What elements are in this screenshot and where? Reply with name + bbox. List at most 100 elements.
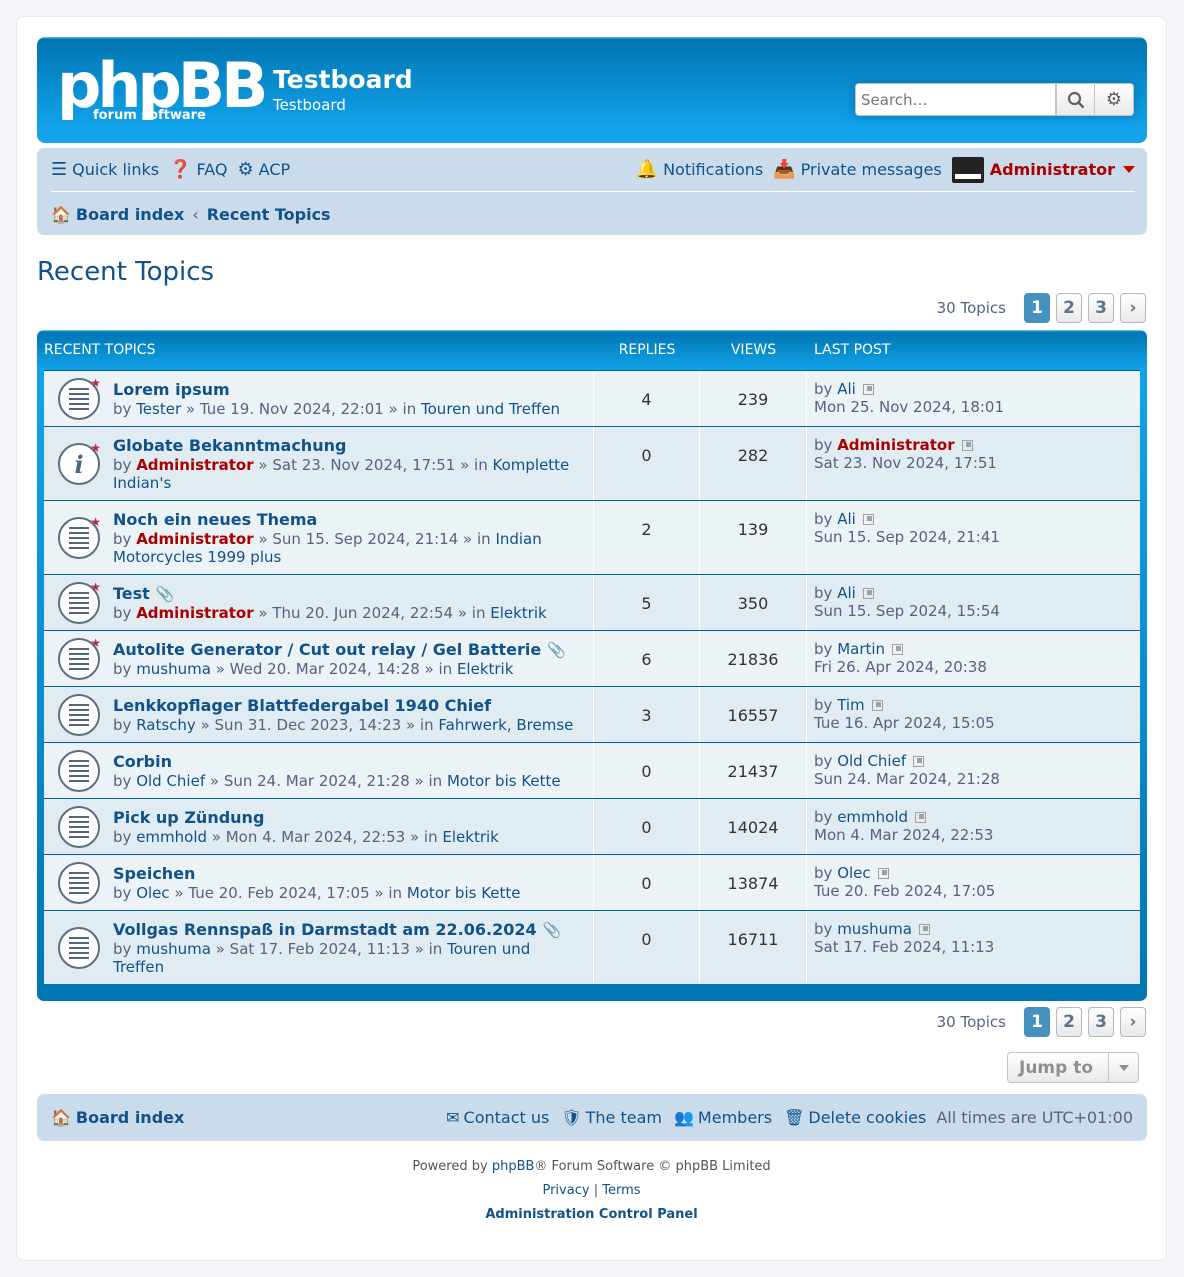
goto-last-post-icon[interactable] — [915, 812, 927, 823]
notifications-link[interactable]: 🔔 Notifications — [636, 159, 764, 180]
goto-last-post-icon[interactable] — [871, 700, 883, 711]
breadcrumb-recent-topics[interactable]: Recent Topics — [207, 205, 331, 224]
topic-forum-link[interactable]: Fahrwerk, Bremse — [438, 716, 573, 734]
page-2-button[interactable]: 2 — [1056, 293, 1082, 323]
footer-board-index-label: Board index — [75, 1108, 185, 1127]
topic-author-link[interactable]: Administrator — [136, 604, 253, 622]
page-3-button[interactable]: 3 — [1088, 293, 1114, 323]
goto-last-post-icon[interactable] — [918, 924, 930, 935]
last-post-date: Tue 20. Feb 2024, 17:05 — [814, 882, 996, 900]
delete-cookies-link[interactable]: 🗑 Delete cookies — [784, 1108, 926, 1127]
last-post-author-link[interactable]: Tim — [837, 696, 864, 714]
phpbb-link[interactable]: phpBB — [492, 1159, 535, 1174]
advanced-search-button[interactable]: ⚙ — [1095, 83, 1134, 116]
topic-title-link[interactable]: Corbin — [113, 752, 172, 771]
topic-title-link[interactable]: Globate Bekanntmachung — [113, 436, 346, 455]
last-post-date: Mon 4. Mar 2024, 22:53 — [814, 826, 994, 844]
private-messages-link[interactable]: 📥 Private messages — [773, 159, 942, 180]
topic-forum-link[interactable]: Touren und Treffen — [421, 400, 560, 418]
search-input[interactable] — [855, 83, 1056, 116]
faq-link[interactable]: ❓ FAQ — [169, 159, 227, 180]
last-post-author-link[interactable]: emmhold — [837, 808, 908, 826]
topic-lines — [69, 701, 89, 729]
topic-title-link[interactable]: Speichen — [113, 864, 195, 883]
topic-author-link[interactable]: Tester — [136, 400, 181, 418]
quick-links-menu[interactable]: ☰ Quick links — [51, 159, 159, 180]
topic-forum-link[interactable]: Motor bis Kette — [447, 772, 561, 790]
topic-cell: ★ Lorem ipsum by Tester » Tue 19. Nov 2024… — [44, 371, 594, 426]
breadcrumb-board-index[interactable]: Board index — [76, 205, 184, 224]
next-page-button[interactable]: › — [1120, 293, 1146, 323]
last-post-author-link[interactable]: mushuma — [837, 920, 912, 938]
search-icon — [1067, 91, 1084, 108]
topic-author-link[interactable]: Olec — [136, 884, 169, 902]
topic-title-link[interactable]: Lorem ipsum — [113, 380, 230, 399]
topic-author-link[interactable]: Old Chief — [136, 772, 205, 790]
topic-author-link[interactable]: Administrator — [136, 530, 253, 548]
terms-link[interactable]: Terms — [602, 1183, 640, 1198]
last-post-author-link[interactable]: Olec — [837, 864, 870, 882]
goto-last-post-icon[interactable] — [961, 440, 973, 451]
faq-label: FAQ — [196, 160, 228, 179]
members-link[interactable]: 👥 Members — [674, 1108, 772, 1127]
last-post-author-link[interactable]: Administrator — [837, 436, 954, 454]
topic-meta: by mushuma » Wed 20. Mar 2024, 14:28 » i… — [113, 660, 583, 678]
topic-author-link[interactable]: emmhold — [136, 828, 207, 846]
page-3-button[interactable]: 3 — [1088, 1007, 1114, 1037]
topic-forum-link[interactable]: Motor bis Kette — [407, 884, 521, 902]
topic-cell: Pick up Zündung by emmhold » Mon 4. Mar 2… — [44, 799, 594, 854]
acp-footer-link[interactable]: Administration Control Panel — [485, 1207, 697, 1222]
topic-lines — [69, 869, 89, 897]
topic-meta: by mushuma » Sat 17. Feb 2024, 11:13 » i… — [113, 940, 583, 976]
jump-to-dropdown[interactable]: Jump to — [1007, 1052, 1139, 1083]
contact-us-link[interactable]: ✉ Contact us — [446, 1108, 549, 1127]
topic-title-link[interactable]: Test — [113, 584, 150, 603]
topic-forum-link[interactable]: Elektrik — [490, 604, 546, 622]
views-count: 21437 — [700, 743, 807, 798]
goto-last-post-icon[interactable] — [892, 644, 904, 655]
next-page-button[interactable]: › — [1120, 1007, 1146, 1037]
user-menu[interactable]: Administrator — [951, 156, 1135, 183]
last-post-author-link[interactable]: Ali — [837, 510, 856, 528]
table-header: RECENT TOPICS REPLIES VIEWS LAST POST — [44, 330, 1140, 370]
table-row: Vollgas Rennspaß in Darmstadt am 22.06.2… — [44, 910, 1140, 984]
last-post-author-link[interactable]: Ali — [837, 380, 856, 398]
privacy-link[interactable]: Privacy — [542, 1183, 589, 1198]
topic-author-link[interactable]: Administrator — [136, 456, 253, 474]
topic-title-link[interactable]: Autolite Generator / Cut out relay / Gel… — [113, 640, 541, 659]
the-team-link[interactable]: 🛡 The team — [561, 1108, 662, 1127]
cogs-icon: ⚙ — [237, 159, 254, 180]
acp-link[interactable]: ⚙ ACP — [238, 159, 291, 180]
topic-title-link[interactable]: Noch ein neues Thema — [113, 510, 317, 529]
last-post-author-link[interactable]: Ali — [837, 584, 856, 602]
last-post-cell: by mushuma Sat 17. Feb 2024, 11:13 — [807, 911, 1001, 984]
views-count: 14024 — [700, 799, 807, 854]
page-2-button[interactable]: 2 — [1056, 1007, 1082, 1037]
page-1-button[interactable]: 1 — [1024, 293, 1050, 323]
topic-author-link[interactable]: mushuma — [136, 660, 211, 678]
footer-board-index[interactable]: 🏠 Board index — [51, 1108, 184, 1127]
by-label: by — [814, 584, 833, 602]
copyright-text: ® Forum Software © phpBB Limited — [534, 1159, 771, 1174]
topic-title-link[interactable]: Lenkkopflager Blattfedergabel 1940 Chief — [113, 696, 491, 715]
goto-last-post-icon[interactable] — [877, 868, 889, 879]
header-views: VIEWS — [730, 342, 777, 358]
private-messages-label: Private messages — [800, 160, 942, 179]
goto-last-post-icon[interactable] — [913, 756, 925, 767]
page-1-button[interactable]: 1 — [1024, 1007, 1050, 1037]
topic-title-link[interactable]: Vollgas Rennspaß in Darmstadt am 22.06.2… — [113, 920, 537, 939]
last-post-author-link[interactable]: Old Chief — [837, 752, 906, 770]
topic-author-link[interactable]: mushuma — [136, 940, 211, 958]
topic-author-link[interactable]: Ratschy — [136, 716, 196, 734]
goto-last-post-icon[interactable] — [862, 384, 874, 395]
search-button[interactable] — [1056, 83, 1095, 116]
topic-forum-link[interactable]: Elektrik — [442, 828, 498, 846]
goto-last-post-icon[interactable] — [862, 514, 874, 525]
replies-count: 4 — [594, 371, 700, 426]
topic-list: ★ Lorem ipsum by Tester » Tue 19. Nov 2024… — [44, 370, 1140, 984]
last-post-author-link[interactable]: Martin — [837, 640, 885, 658]
topic-title-link[interactable]: Pick up Zündung — [113, 808, 264, 827]
topic-forum-link[interactable]: Elektrik — [457, 660, 513, 678]
goto-last-post-icon[interactable] — [862, 588, 874, 599]
site-logo[interactable]: phpBB forum software — [57, 55, 268, 125]
